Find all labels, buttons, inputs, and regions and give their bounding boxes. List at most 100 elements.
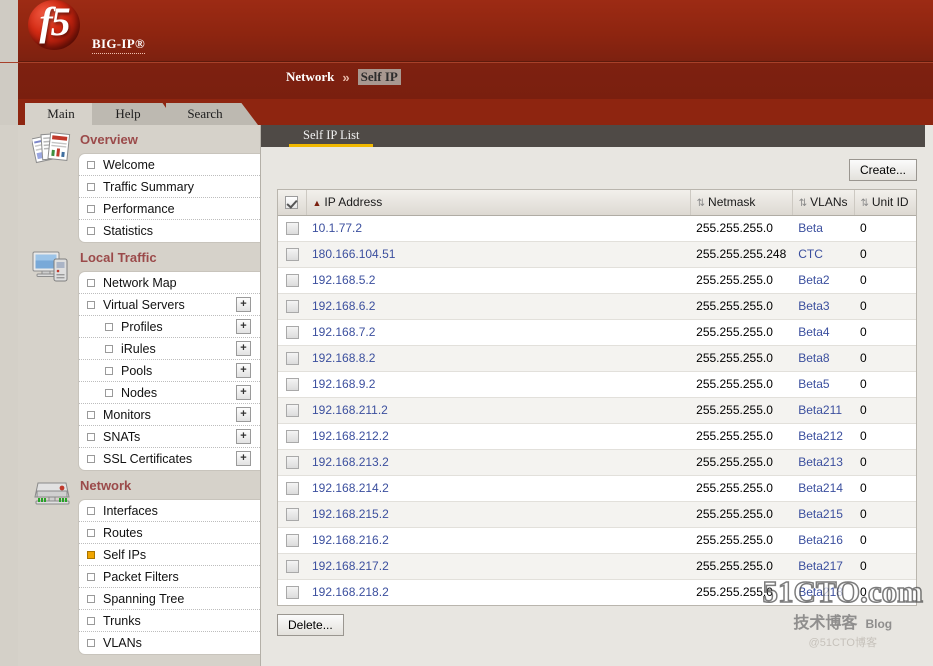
sidebar-item-trunks[interactable]: Trunks — [79, 610, 260, 632]
column-header-label: Unit ID — [871, 195, 909, 210]
footer-actions: Delete... — [277, 614, 917, 636]
vlan-link[interactable]: Beta217 — [798, 559, 843, 573]
sidebar-item-interfaces[interactable]: Interfaces — [79, 500, 260, 522]
vlan-link[interactable]: Beta — [798, 221, 823, 235]
self-ip-link[interactable]: 192.168.214.2 — [312, 481, 389, 495]
sidebar-item-routes[interactable]: Routes — [79, 522, 260, 544]
sidebar-item-welcome[interactable]: Welcome — [79, 154, 260, 176]
product-label[interactable]: BIG-IP® — [92, 36, 145, 54]
tab-search[interactable]: Search — [166, 103, 258, 125]
cell-vlans: Beta215 — [792, 501, 854, 528]
sidebar-item-spanning-tree[interactable]: Spanning Tree — [79, 588, 260, 610]
vlan-link[interactable]: Beta212 — [798, 429, 843, 443]
expand-icon[interactable]: + — [236, 429, 251, 444]
self-ip-link[interactable]: 192.168.218.2 — [312, 585, 389, 599]
self-ip-link[interactable]: 192.168.7.2 — [312, 325, 375, 339]
self-ip-link[interactable]: 192.168.213.2 — [312, 455, 389, 469]
vlan-link[interactable]: Beta4 — [798, 325, 829, 339]
row-select-cell — [278, 215, 306, 242]
right-gutter — [925, 125, 933, 666]
self-ip-link[interactable]: 192.168.211.2 — [312, 403, 388, 417]
column-header-vlans[interactable]: ⇅ VLANs — [792, 190, 855, 216]
sidebar-item-irules[interactable]: iRules + — [79, 338, 260, 360]
vlan-link[interactable]: Beta211 — [798, 403, 842, 417]
sidebar-item-traffic-summary[interactable]: Traffic Summary — [79, 176, 260, 198]
self-ip-link[interactable]: 10.1.77.2 — [312, 221, 362, 235]
expand-icon[interactable]: + — [236, 451, 251, 466]
row-checkbox[interactable] — [285, 378, 299, 392]
sidebar-item-statistics[interactable]: Statistics — [79, 220, 260, 242]
row-checkbox[interactable] — [285, 430, 299, 444]
delete-button[interactable]: Delete... — [277, 614, 344, 636]
self-ip-link[interactable]: 192.168.215.2 — [312, 507, 389, 521]
row-checkbox[interactable] — [285, 352, 299, 366]
sidebar-item-network-map[interactable]: Network Map — [79, 272, 260, 294]
self-ip-link[interactable]: 180.166.104.51 — [312, 247, 395, 261]
expand-icon[interactable]: + — [236, 341, 251, 356]
vlan-link[interactable]: Beta214 — [798, 481, 843, 495]
row-select-cell — [278, 475, 306, 502]
sidebar-item-pools[interactable]: Pools + — [79, 360, 260, 382]
vlan-link[interactable]: Beta213 — [798, 455, 843, 469]
column-header-unit-id[interactable]: ⇅ Unit ID — [854, 190, 916, 216]
sidebar-item-profiles[interactable]: Profiles + — [79, 316, 260, 338]
sidebar-item-performance[interactable]: Performance — [79, 198, 260, 220]
self-ip-link[interactable]: 192.168.212.2 — [312, 429, 389, 443]
self-ip-link[interactable]: 192.168.5.2 — [312, 273, 375, 287]
expand-icon[interactable]: + — [236, 319, 251, 334]
row-checkbox[interactable] — [285, 274, 299, 288]
row-checkbox[interactable] — [285, 560, 299, 574]
vlan-link[interactable]: Beta216 — [798, 533, 843, 547]
create-button[interactable]: Create... — [848, 159, 917, 181]
row-checkbox[interactable] — [285, 404, 299, 418]
sidebar-item-monitors[interactable]: Monitors + — [79, 404, 260, 426]
expand-icon[interactable]: + — [236, 385, 251, 400]
sidebar-item-ssl-certificates[interactable]: SSL Certificates + — [79, 448, 260, 470]
sidebar-item-vlans[interactable]: VLANs — [79, 632, 260, 654]
row-checkbox[interactable] — [285, 456, 299, 470]
vlan-link[interactable]: Beta5 — [798, 377, 829, 391]
sidebar-item-nodes[interactable]: Nodes + — [79, 382, 260, 404]
cell-ip-address: 192.168.9.2 — [306, 371, 691, 398]
row-checkbox[interactable] — [285, 300, 299, 314]
vlan-link[interactable]: Beta8 — [798, 351, 829, 365]
vlan-link[interactable]: CTC — [798, 247, 823, 261]
sidebar-item-virtual-servers[interactable]: Virtual Servers + — [79, 294, 260, 316]
row-checkbox[interactable] — [285, 248, 299, 262]
cell-unit-id: 0 — [854, 449, 916, 476]
row-checkbox[interactable] — [285, 508, 299, 522]
breadcrumb-root[interactable]: Network — [286, 69, 334, 85]
expand-icon[interactable]: + — [236, 363, 251, 378]
row-checkbox[interactable] — [285, 482, 299, 496]
self-ip-link[interactable]: 192.168.6.2 — [312, 299, 375, 313]
select-all-checkbox[interactable] — [285, 196, 299, 210]
vlan-link[interactable]: Beta215 — [798, 507, 843, 521]
sidebar-item-self-ips[interactable]: Self IPs — [79, 544, 260, 566]
sidebar-overview-list: Welcome Traffic Summary Performance Stat… — [78, 153, 260, 243]
expand-icon[interactable]: + — [236, 297, 251, 312]
row-select-cell — [278, 553, 306, 580]
row-checkbox[interactable] — [285, 534, 299, 548]
tab-self-ip-list[interactable]: Self IP List — [289, 125, 374, 147]
row-checkbox[interactable] — [285, 326, 299, 340]
self-ip-link[interactable]: 192.168.8.2 — [312, 351, 375, 365]
table-row: 192.168.216.2 255.255.255.0 Beta216 0 — [278, 527, 916, 554]
expand-icon[interactable]: + — [236, 407, 251, 422]
bullet-icon — [87, 161, 95, 169]
row-select-cell — [278, 371, 306, 398]
vlan-link[interactable]: Beta2 — [798, 273, 829, 287]
column-header-netmask[interactable]: ⇅ Netmask — [690, 190, 793, 216]
row-checkbox[interactable] — [285, 586, 299, 600]
column-header-ip-address[interactable]: ▲ IP Address — [306, 190, 691, 216]
self-ip-link[interactable]: 192.168.9.2 — [312, 377, 375, 391]
table-row: 192.168.7.2 255.255.255.0 Beta4 0 — [278, 319, 916, 346]
self-ip-link[interactable]: 192.168.216.2 — [312, 533, 389, 547]
row-checkbox[interactable] — [285, 222, 299, 236]
bullet-icon — [87, 595, 95, 603]
vlan-link[interactable]: Beta3 — [798, 299, 829, 313]
sidebar-item-snats[interactable]: SNATs + — [79, 426, 260, 448]
self-ip-link[interactable]: 192.168.217.2 — [312, 559, 389, 573]
cell-ip-address: 192.168.213.2 — [306, 449, 691, 476]
vlan-link[interactable]: Beta218 — [798, 585, 843, 599]
sidebar-item-packet-filters[interactable]: Packet Filters — [79, 566, 260, 588]
